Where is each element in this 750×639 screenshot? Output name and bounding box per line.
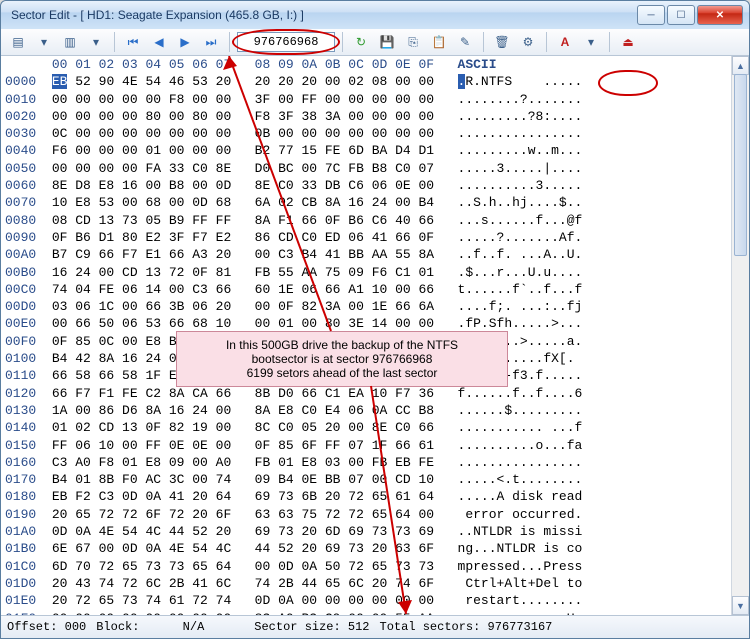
hex-view[interactable]: 00 01 02 03 04 05 06 07 08 09 0A 0B 0C 0… — [1, 56, 749, 615]
block-label: Block: — [96, 620, 139, 634]
last-icon[interactable]: ⏭ — [200, 31, 222, 53]
font-icon[interactable]: A — [554, 31, 576, 53]
close-button[interactable]: ✕ — [697, 5, 743, 25]
scroll-thumb[interactable] — [734, 74, 747, 256]
save-icon[interactable]: 💾 — [376, 31, 398, 53]
maximize-button[interactable]: ☐ — [667, 5, 695, 25]
hex-row[interactable]: 0020 00 00 00 00 80 00 80 00 F8 3F 38 3A… — [5, 108, 582, 125]
block-value: N/A — [183, 620, 205, 634]
separator — [342, 32, 343, 52]
copy-icon[interactable]: ⎘ — [402, 31, 424, 53]
hex-row[interactable]: 0050 00 00 00 00 FA 33 C0 8E D0 BC 00 7C… — [5, 160, 582, 177]
hex-row[interactable]: 0170 B4 01 8B F0 AC 3C 00 74 09 B4 0E BB… — [5, 471, 582, 488]
hex-row[interactable]: 0010 00 00 00 00 00 F8 00 00 3F 00 FF 00… — [5, 91, 582, 108]
scroll-down-icon[interactable]: ▼ — [732, 596, 749, 615]
exit-icon[interactable]: ⏏ — [617, 31, 639, 53]
app-window: Sector Edit - [ HD1: Seagate Expansion (… — [0, 0, 750, 639]
gear-icon[interactable]: ⚙ — [517, 31, 539, 53]
minimize-button[interactable]: ─ — [637, 5, 665, 25]
separator — [609, 32, 610, 52]
sector-input[interactable]: 976766968 — [237, 32, 335, 52]
total-sectors-label: Total sectors: — [380, 620, 481, 634]
hex-row[interactable]: 0160 C3 A0 F8 01 E8 09 00 A0 FB 01 E8 03… — [5, 454, 582, 471]
hex-row[interactable]: 0080 08 CD 13 73 05 B9 FF FF 8A F1 66 0F… — [5, 212, 582, 229]
dropdown2-icon[interactable]: ▾ — [85, 31, 107, 53]
first-icon[interactable]: ⏮ — [122, 31, 144, 53]
hex-row[interactable]: 0030 0C 00 00 00 00 00 00 00 0B 00 00 00… — [5, 125, 582, 142]
tool-icon[interactable]: ✎ — [454, 31, 476, 53]
refresh-icon[interactable]: ↻ — [350, 31, 372, 53]
hex-row[interactable]: 0040 F6 00 00 00 01 00 00 00 B2 77 15 FE… — [5, 142, 582, 159]
separator — [546, 32, 547, 52]
hex-row[interactable]: 0070 10 E8 53 00 68 00 0D 68 6A 02 CB 8A… — [5, 194, 582, 211]
hex-row[interactable]: 0150 FF 06 10 00 FF 0E 0E 00 0F 85 6F FF… — [5, 437, 582, 454]
separator — [229, 32, 230, 52]
total-sectors-value: 976773167 — [488, 620, 553, 634]
hex-row[interactable]: 0120 66 F7 F1 FE C2 8A CA 66 8B D0 66 C1… — [5, 385, 582, 402]
hex-row[interactable]: 0180 EB F2 C3 0D 0A 41 20 64 69 73 6B 20… — [5, 488, 582, 505]
hex-row[interactable]: 0190 20 65 72 72 6F 72 20 6F 63 63 75 72… — [5, 506, 582, 523]
annotation-line3: 6199 setors ahead of the last sector — [187, 366, 497, 380]
list-icon[interactable]: ▥ — [59, 31, 81, 53]
paste-icon[interactable]: 📋 — [428, 31, 450, 53]
hex-row[interactable]: 00D0 03 06 1C 00 66 3B 06 20 00 0F 82 3A… — [5, 298, 582, 315]
hex-row[interactable]: 01C0 6D 70 72 65 73 73 65 64 00 0D 0A 50… — [5, 558, 582, 575]
annotation-line2: bootsector is at sector 976766968 — [187, 352, 497, 366]
hex-row[interactable]: 01D0 20 43 74 72 6C 2B 41 6C 74 2B 44 65… — [5, 575, 582, 592]
scroll-up-icon[interactable]: ▲ — [732, 56, 749, 75]
annotation-line1: In this 500GB drive the backup of the NT… — [187, 338, 497, 352]
window-title: Sector Edit - [ HD1: Seagate Expansion (… — [7, 8, 635, 22]
hex-row[interactable]: 0130 1A 00 86 D6 8A 16 24 00 8A E8 C0 E4… — [5, 402, 582, 419]
sector-size-value: 512 — [348, 620, 370, 634]
next-icon[interactable]: ▶ — [174, 31, 196, 53]
separator — [114, 32, 115, 52]
new-icon[interactable]: ▤ — [7, 31, 29, 53]
toolbar: ▤ ▾ ▥ ▾ ⏮ ◀ ▶ ⏭ 976766968 ↻ 💾 ⎘ 📋 ✎ 🗑 ⚙ … — [1, 29, 749, 56]
statusbar: Offset: 000 Block: N/A Sector size: 512 … — [1, 615, 749, 638]
hex-row[interactable]: 0000 EB 52 90 4E 54 46 53 20 20 20 20 00… — [5, 73, 582, 90]
hex-row[interactable]: 00A0 B7 C9 66 F7 E1 66 A3 20 00 C3 B4 41… — [5, 246, 582, 263]
ntfs-highlight-oval — [598, 70, 658, 96]
hex-row[interactable]: 01B0 6E 67 00 0D 0A 4E 54 4C 44 52 20 69… — [5, 540, 582, 557]
dropdown3-icon[interactable]: ▾ — [580, 31, 602, 53]
hex-row[interactable]: 0090 0F B6 D1 80 E2 3F F7 E2 86 CD C0 ED… — [5, 229, 582, 246]
prev-icon[interactable]: ◀ — [148, 31, 170, 53]
hex-row[interactable]: 01E0 20 72 65 73 74 61 72 74 0D 0A 00 00… — [5, 592, 582, 609]
hex-row[interactable]: 00C0 74 04 FE 06 14 00 C3 66 60 1E 06 66… — [5, 281, 582, 298]
hex-row[interactable]: 00B0 16 24 00 CD 13 72 0F 81 FB 55 AA 75… — [5, 264, 582, 281]
offset-value: 000 — [65, 620, 87, 634]
dropdown-icon[interactable]: ▾ — [33, 31, 55, 53]
vertical-scrollbar[interactable]: ▲ ▼ — [731, 56, 749, 615]
hex-row[interactable]: 0060 8E D8 E8 16 00 B8 00 0D 8E C0 33 DB… — [5, 177, 582, 194]
sector-input-value: 976766968 — [254, 35, 319, 49]
separator — [483, 32, 484, 52]
hex-row[interactable]: 0140 01 02 CD 13 0F 82 19 00 8C C0 05 20… — [5, 419, 582, 436]
titlebar: Sector Edit - [ HD1: Seagate Expansion (… — [1, 1, 749, 29]
sector-size-label: Sector size: — [254, 620, 340, 634]
offset-label: Offset: — [7, 620, 57, 634]
delete-icon[interactable]: 🗑 — [491, 31, 513, 53]
hex-row[interactable]: 01A0 0D 0A 4E 54 4C 44 52 20 69 73 20 6D… — [5, 523, 582, 540]
annotation-box: In this 500GB drive the backup of the NT… — [176, 331, 508, 387]
